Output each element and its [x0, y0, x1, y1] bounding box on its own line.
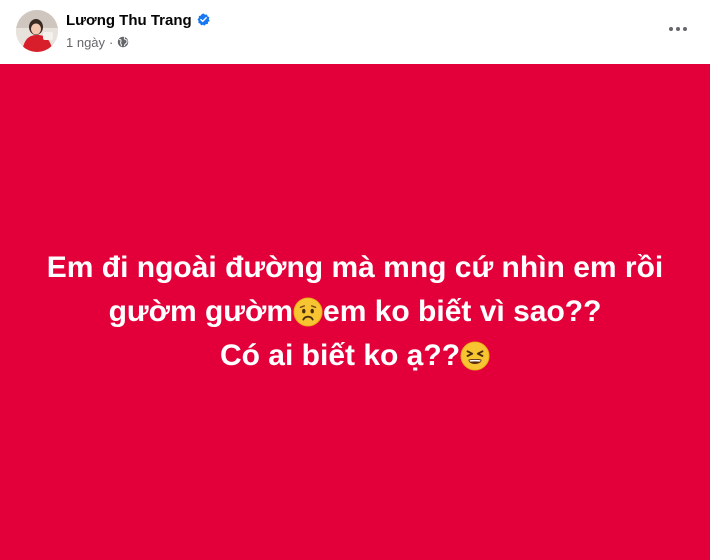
verified-badge-icon	[197, 13, 210, 26]
author-name[interactable]: Lương Thu Trang	[66, 12, 210, 29]
status-line-3-part-1: Có ai biết ko ạ??	[219, 339, 461, 372]
author-avatar[interactable]	[16, 10, 58, 52]
status-line-3: Có ai biết ko ạ??	[0, 334, 710, 378]
author-name-label[interactable]: Lương Thu Trang	[66, 12, 192, 29]
meta-separator: ·	[109, 35, 114, 50]
status-text: Em đi ngoài đường mà mng cứ nhìn em rồi …	[0, 246, 710, 378]
more-options-button[interactable]	[660, 14, 696, 44]
worried-face-emoji	[293, 297, 323, 327]
status-line-2-part-1: gườm gườm	[108, 295, 294, 328]
more-horizontal-icon-dot	[683, 27, 687, 31]
globe-icon[interactable]	[117, 36, 129, 48]
post-header: Lương Thu Trang 1 ngày ·	[0, 0, 710, 64]
more-horizontal-icon	[669, 27, 673, 31]
status-line-1: Em đi ngoài đường mà mng cứ nhìn em rồi	[46, 251, 664, 284]
status-line-2: gườm gườm em ko biết vì sao??	[0, 290, 710, 334]
post-timestamp[interactable]: 1 ngày	[66, 35, 105, 50]
avatar-photo	[16, 10, 58, 52]
tired-face-emoji	[460, 341, 490, 371]
more-horizontal-icon-dot	[676, 27, 680, 31]
status-line-2-part-2: em ko biết vì sao??	[323, 295, 602, 328]
facebook-post: Lương Thu Trang 1 ngày · Em đi ngoài đườn…	[0, 0, 710, 560]
post-meta: 1 ngày ·	[66, 35, 129, 50]
